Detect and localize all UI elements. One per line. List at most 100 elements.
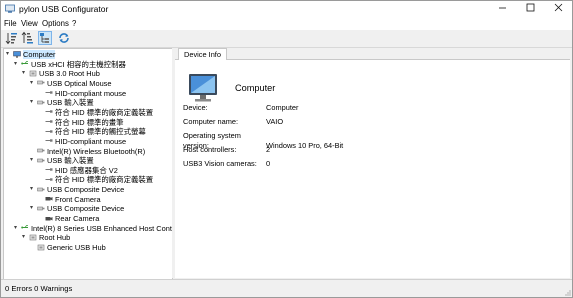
tree-node[interactable]: Front Camera <box>38 195 101 205</box>
info-row-computer-name: Computer name: VAIO <box>183 117 283 127</box>
tree-node[interactable]: ▾ Intel(R) 8 Series USB Enhanced Host Con… <box>14 223 173 234</box>
usb-device-icon <box>37 157 45 164</box>
tree-node[interactable]: 符合 HID 標準的畫筆 <box>38 118 124 128</box>
refresh-icon <box>59 33 69 43</box>
tree-node-label: HID 感應器集合 V2 <box>55 165 118 175</box>
app-icon <box>5 4 15 13</box>
tree-node[interactable]: HID-compliant mouse <box>38 137 126 147</box>
minimize-icon <box>498 7 506 9</box>
sort-descending-icon <box>21 31 33 44</box>
tree-node-label: 符合 HID 標準的廠商定義裝置 <box>55 107 154 117</box>
tree-view-icon <box>40 33 49 43</box>
computer-icon <box>13 50 21 58</box>
resize-grip-icon[interactable] <box>563 288 571 296</box>
collapse-arrow-icon[interactable]: ▾ <box>22 69 29 79</box>
hid-device-icon <box>45 108 53 115</box>
status-bar: 0 Errors 0 Warnings <box>1 279 572 297</box>
usb-device-icon <box>37 147 45 154</box>
hid-device-icon <box>45 176 53 183</box>
maximize-icon <box>526 3 534 12</box>
window-title: pylon USB Configurator <box>19 4 109 14</box>
title-bar[interactable]: pylon USB Configurator <box>1 1 572 17</box>
collapse-arrow-icon[interactable]: ▾ <box>6 50 13 60</box>
hid-device-icon <box>45 89 53 96</box>
maximize-button[interactable] <box>516 1 544 17</box>
tree-node-label: HID-compliant mouse <box>55 88 127 98</box>
tree-node[interactable]: ▾ USB Optical Mouse <box>30 79 112 89</box>
collapse-arrow-icon[interactable]: ▾ <box>30 156 37 166</box>
info-value: 0 <box>266 159 271 168</box>
tab-strip: Device Info <box>175 48 570 60</box>
usb-device-icon <box>37 186 45 193</box>
tree-node-label: Intel(R) 8 Series USB Enhanced Host Cont… <box>31 223 173 233</box>
info-row-os-version: Operating system version: Windows 10 Pro,… <box>183 131 343 150</box>
tree-node[interactable]: ▾ USB xHCI 相容的主機控制器 <box>14 60 126 70</box>
tree-node-label: Rear Camera <box>55 214 100 224</box>
info-row-host-controllers: Host controllers: 2 <box>183 145 270 155</box>
refresh-button[interactable] <box>57 31 71 45</box>
close-button[interactable] <box>544 1 572 17</box>
tree-node-label: USB 3.0 Root Hub <box>39 69 100 79</box>
tab-device-info[interactable]: Device Info <box>178 48 227 60</box>
usb-device-icon <box>37 205 45 212</box>
tree-node[interactable]: ▾ USB 3.0 Root Hub <box>22 69 100 79</box>
hid-device-icon <box>45 137 53 144</box>
tree-node-label: USB xHCI 相容的主機控制器 <box>31 59 126 69</box>
menu-view[interactable]: View <box>21 19 38 28</box>
tree-node[interactable]: 符合 HID 標準的廠商定義裝置 <box>38 175 153 185</box>
close-icon <box>554 3 562 12</box>
collapse-arrow-icon[interactable]: ▾ <box>22 233 29 243</box>
hub-icon <box>37 244 45 251</box>
tree-node[interactable]: HID 感應器集合 V2 <box>38 166 118 176</box>
collapse-arrow-icon[interactable]: ▾ <box>14 60 21 70</box>
sort-ascending-icon <box>5 33 17 45</box>
tree-node-label: Computer <box>23 50 56 59</box>
menu-options[interactable]: Options <box>42 19 69 28</box>
tree-node-label: USB 輸入裝置 <box>47 98 94 108</box>
device-info-content: Computer Device: Computer Computer name: V… <box>175 60 570 278</box>
collapse-arrow-icon[interactable]: ▾ <box>30 79 37 89</box>
sort-ascending-button[interactable] <box>5 31 19 45</box>
tree-node[interactable]: ▾ Root Hub <box>22 233 70 243</box>
tree-node-label: USB Composite Device <box>47 204 125 214</box>
tree-node-label: 符合 HID 標準的畫筆 <box>55 117 124 127</box>
tree-node-label: Root Hub <box>39 233 71 243</box>
collapse-arrow-icon[interactable]: ▾ <box>14 224 21 234</box>
tree-node[interactable]: Rear Camera <box>38 214 99 224</box>
hid-device-icon <box>45 118 53 125</box>
camera-icon <box>45 215 53 222</box>
tree-node[interactable]: ▾ USB Composite Device <box>30 204 124 214</box>
info-value: Computer <box>266 103 299 112</box>
tree-node[interactable]: Intel(R) Wireless Bluetooth(R) <box>30 147 145 157</box>
menu-help[interactable]: ? <box>72 19 76 28</box>
info-value: Windows 10 Pro, 64-Bit <box>266 141 344 150</box>
device-tree[interactable]: ▾ Computer ▾ USB xHCI 相容的主機控制器 ▾ USB 3.0 Root… <box>3 48 173 280</box>
info-label: Device: <box>183 103 208 112</box>
tree-node[interactable]: Generic USB Hub <box>30 243 106 253</box>
collapse-arrow-icon[interactable]: ▾ <box>30 204 37 214</box>
info-label: Computer name: <box>183 117 239 126</box>
info-label: USB3 Vision cameras: <box>183 159 257 168</box>
hid-device-icon <box>45 166 53 173</box>
tree-node[interactable]: 符合 HID 標準的廠商定義裝置 <box>38 108 153 118</box>
tree-node-label: Front Camera <box>55 194 101 204</box>
tree-node[interactable]: ▾ USB 輸入裝置 <box>30 98 94 108</box>
sort-descending-button[interactable] <box>21 31 35 45</box>
menu-file[interactable]: File <box>4 19 17 28</box>
tree-node[interactable]: ▾ USB 輸入裝置 <box>30 156 94 166</box>
tree-node[interactable]: 符合 HID 標準的觸控式螢幕 <box>38 127 146 137</box>
app-window: pylon USB Configurator File View Options… <box>0 0 573 298</box>
minimize-button[interactable] <box>488 1 516 17</box>
hub-icon <box>29 70 37 77</box>
toolbar <box>1 30 572 48</box>
tree-node-label: 符合 HID 標準的廠商定義裝置 <box>55 175 154 185</box>
info-row-usb3-cameras: USB3 Vision cameras: 0 <box>183 159 270 169</box>
tree-node[interactable]: ▾ Computer <box>6 50 56 60</box>
info-row-device: Device: Computer <box>183 103 298 113</box>
tree-node[interactable]: HID-compliant mouse <box>38 89 126 99</box>
tree-view-button[interactable] <box>38 31 52 45</box>
tree-node[interactable]: ▾ USB Composite Device <box>30 185 124 195</box>
tree-node-label: 符合 HID 標準的觸控式螢幕 <box>55 127 146 137</box>
collapse-arrow-icon[interactable]: ▾ <box>30 185 37 195</box>
collapse-arrow-icon[interactable]: ▾ <box>30 98 37 108</box>
